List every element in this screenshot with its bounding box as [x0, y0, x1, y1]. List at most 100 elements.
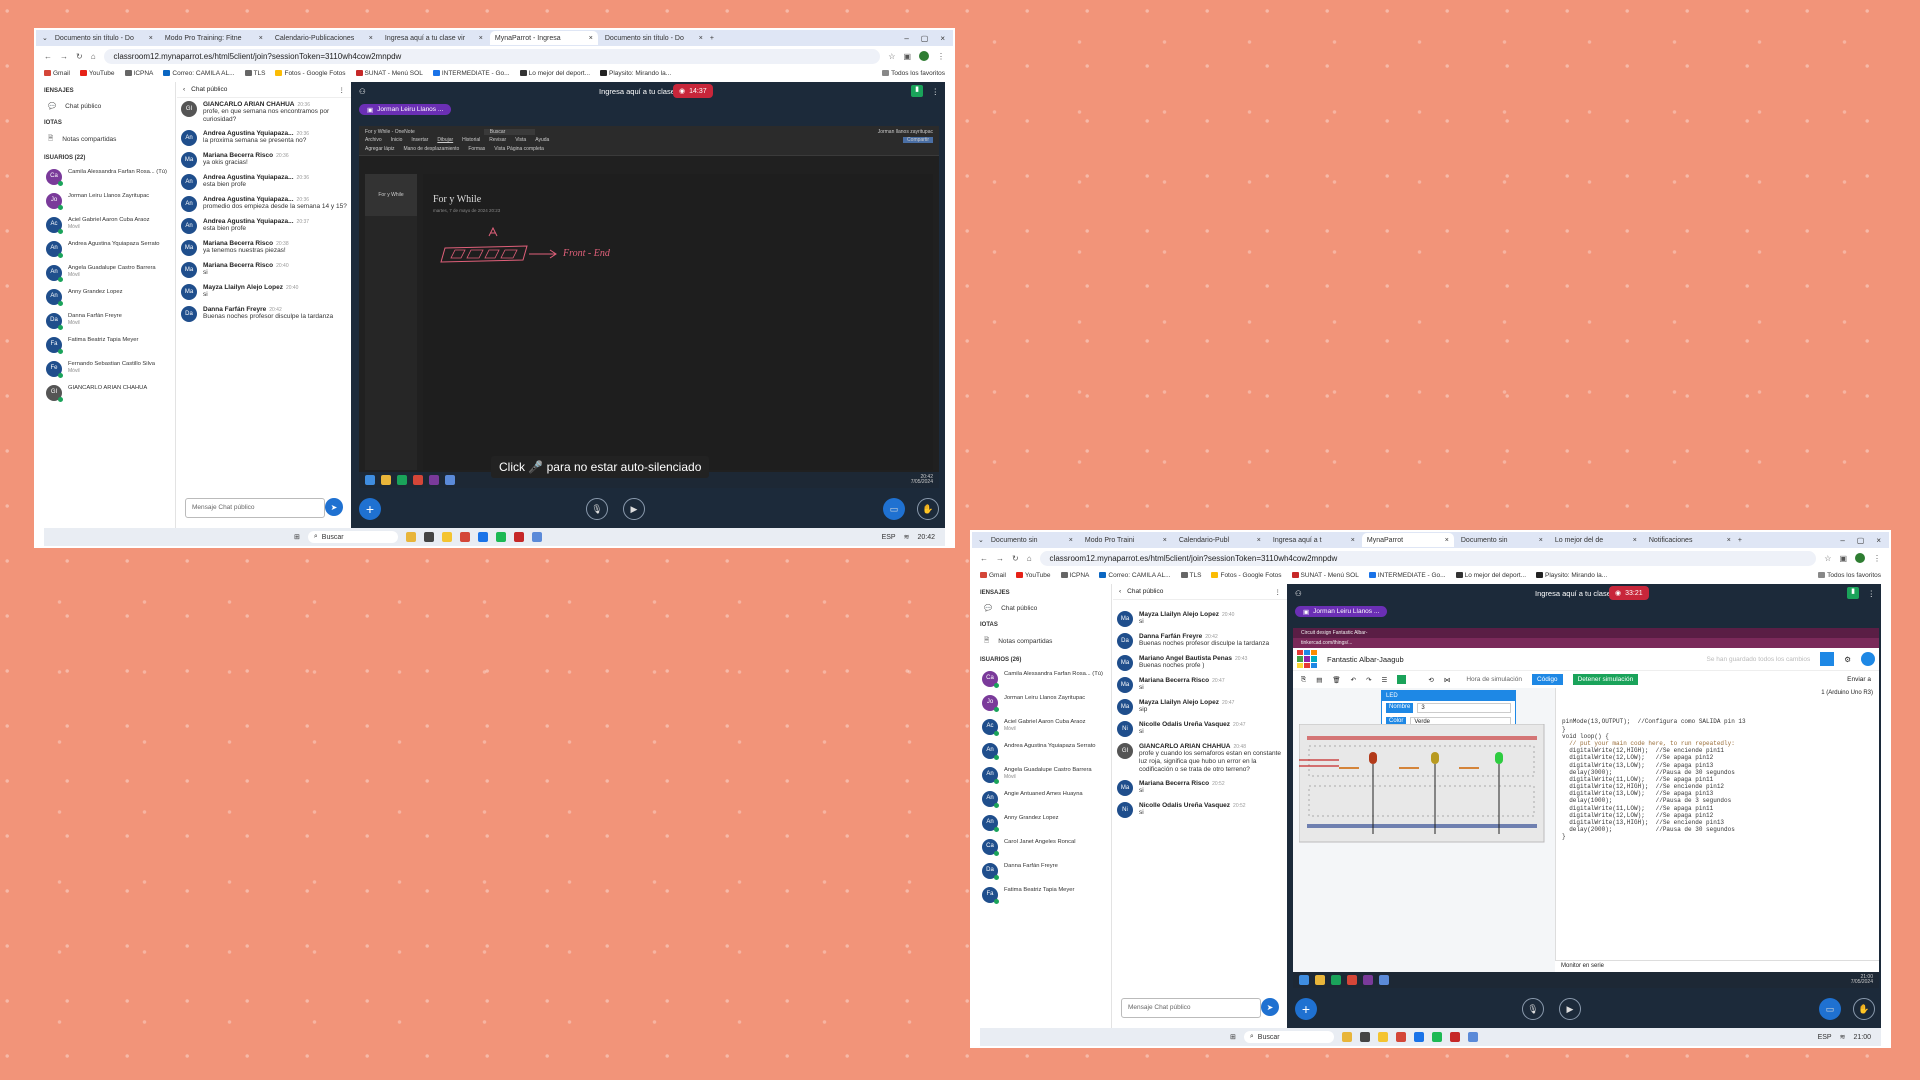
browser-tab[interactable]: Modo Pro Traini ×: [1080, 533, 1172, 547]
screen-share-button[interactable]: ▭: [1819, 998, 1841, 1020]
close-icon[interactable]: ×: [149, 35, 153, 42]
close-icon[interactable]: ×: [589, 35, 593, 42]
browser-tab[interactable]: Lo mejor del de ×: [1550, 533, 1642, 547]
back-chevron-icon[interactable]: ‹: [1119, 588, 1121, 595]
user-item[interactable]: An Andrea Agustina Yquiapaza Serrato: [980, 739, 1111, 763]
bookmark-item[interactable]: Playsito: Mirando la...: [1536, 572, 1607, 579]
bookmark-item[interactable]: Lo mejor del deport...: [1455, 572, 1526, 579]
tab-list-icon[interactable]: ⌄: [42, 34, 48, 42]
taskbar-search[interactable]: ⌕ Buscar: [307, 531, 398, 543]
browser-tab[interactable]: Calendario-Publicaciones ×: [270, 31, 378, 45]
minimize-icon[interactable]: –: [1840, 536, 1844, 545]
browser-tab[interactable]: Ingresa aquí a t ×: [1268, 533, 1360, 547]
user-item[interactable]: Ca Carol Janet Angeles Roncal: [980, 835, 1111, 859]
stop-simulation-button[interactable]: Detener simulación: [1572, 674, 1639, 685]
profile-icon[interactable]: [919, 51, 929, 61]
shared-notes-link[interactable]: 🗎 Notas compartidas: [44, 130, 175, 149]
star-icon[interactable]: ☆: [888, 52, 895, 61]
raise-hand-icon[interactable]: ✋: [917, 498, 939, 520]
maximize-icon[interactable]: ▢: [1857, 536, 1865, 545]
close-icon[interactable]: ×: [1633, 537, 1637, 544]
forward-icon[interactable]: →: [996, 554, 1004, 563]
camera-icon[interactable]: ▶: [1559, 998, 1581, 1020]
windows-start-icon[interactable]: ⊞: [1230, 1033, 1236, 1041]
auto-mute-toast[interactable]: Click 🎤 para no estar auto-silenciado: [491, 456, 710, 478]
view-toggle-icon[interactable]: [1820, 652, 1835, 666]
reload-icon[interactable]: ↻: [76, 52, 83, 61]
user-item[interactable]: GI GIANCARLO ARIAN CHAHUA: [44, 381, 175, 405]
public-chat-link[interactable]: 💬 Chat público: [44, 98, 175, 114]
home-icon[interactable]: ⌂: [91, 52, 96, 61]
bookmark-item[interactable]: SUNAT - Menú SOL: [355, 70, 423, 77]
recording-badge[interactable]: ◉ 14:37: [673, 84, 713, 98]
url-field[interactable]: classroom12.mynaparrot.es/html5client/jo…: [103, 48, 881, 64]
circuit-canvas[interactable]: LED Nombre 3 Color Verde: [1293, 688, 1555, 972]
browser-tab[interactable]: Notificaciones ×: [1644, 533, 1736, 547]
bookmark-item[interactable]: Lo mejor del deport...: [519, 70, 590, 77]
bookmark-item[interactable]: Gmail: [980, 572, 1006, 579]
close-icon[interactable]: ×: [699, 35, 703, 42]
browser-tab-active[interactable]: MynaParrot ×: [1361, 533, 1454, 547]
browser-tab[interactable]: Documento sin ×: [986, 533, 1078, 547]
back-icon[interactable]: ←: [980, 554, 988, 563]
browser-tab[interactable]: Ingresa aquí a tu clase vir ×: [380, 31, 488, 45]
extensions-icon[interactable]: ▣: [1839, 554, 1847, 563]
user-item[interactable]: Ca Camila Alessandra Farfan Rosa... (Tú): [44, 165, 175, 189]
project-name[interactable]: Fantastic Albar-Jaagub: [1327, 655, 1404, 664]
user-item[interactable]: Da Danna Farfán Freyre Móvil: [44, 309, 175, 333]
browser-tab[interactable]: Documento sin título - Do ×: [50, 31, 158, 45]
bookmark-item[interactable]: Gmail: [44, 70, 70, 77]
user-item[interactable]: Ac Aciel Gabriel Aaron Cuba Araoz Móvil: [44, 213, 175, 237]
star-icon[interactable]: ☆: [1824, 554, 1831, 563]
mic-muted-icon[interactable]: 🎙: [586, 498, 608, 520]
language-indicator[interactable]: ESP: [1818, 1034, 1832, 1041]
bookmark-item[interactable]: Fotos - Google Fotos: [275, 70, 346, 77]
bookmark-item[interactable]: YouTube: [79, 70, 115, 77]
board-select[interactable]: 1 (Arduino Uno R3): [1556, 688, 1879, 700]
browser-tab[interactable]: Documento sin título - Do ×: [600, 31, 708, 45]
note-icon[interactable]: ☰: [1382, 676, 1388, 684]
close-icon[interactable]: ×: [1069, 537, 1073, 544]
chat-input[interactable]: Mensaje Chat público: [1121, 998, 1261, 1018]
camera-icon[interactable]: ▶: [623, 498, 645, 520]
color-picker[interactable]: [1397, 675, 1407, 684]
close-icon[interactable]: ×: [1539, 537, 1543, 544]
add-action-button[interactable]: +: [1295, 998, 1317, 1020]
back-chevron-icon[interactable]: ‹: [183, 86, 185, 93]
close-icon[interactable]: ×: [369, 35, 373, 42]
extensions-icon[interactable]: ▣: [903, 52, 911, 61]
user-item[interactable]: Fa Fatima Beatriz Tapia Meyer: [980, 883, 1111, 907]
user-item[interactable]: An Anny Grandez Lopez: [980, 811, 1111, 835]
add-action-button[interactable]: +: [359, 498, 381, 520]
all-bookmarks[interactable]: Todos los favoritos: [1818, 572, 1881, 579]
user-icon[interactable]: ⚇: [359, 87, 366, 96]
tab-list-icon[interactable]: ⌄: [978, 536, 984, 544]
recording-badge[interactable]: ◉ 33:21: [1609, 586, 1649, 600]
user-item[interactable]: An Angela Guadalupe Castro Barrera Móvil: [980, 763, 1111, 787]
user-item[interactable]: An Angie Antuaned Ames Huayna: [980, 787, 1111, 811]
bookmark-item[interactable]: INTERMEDIATE - Go...: [1368, 572, 1446, 579]
bookmark-item[interactable]: ICPNA: [124, 70, 153, 77]
forward-icon[interactable]: →: [60, 52, 68, 61]
chat-input[interactable]: Mensaje Chat público: [185, 498, 325, 518]
rotate-icon[interactable]: ⟲: [1428, 676, 1433, 684]
raise-hand-icon[interactable]: ✋: [1853, 998, 1875, 1020]
bookmark-item[interactable]: Correo: CAMILA AL...: [1099, 572, 1171, 579]
paste-icon[interactable]: ▤: [1316, 676, 1322, 684]
user-item[interactable]: Jo Jorman Leiru Llanos Zayritupac: [44, 189, 175, 213]
led-name-input[interactable]: 3: [1417, 703, 1511, 713]
send-icon[interactable]: ➤: [325, 498, 343, 516]
language-indicator[interactable]: ESP: [882, 534, 896, 541]
close-icon[interactable]: ×: [479, 35, 483, 42]
new-tab-icon[interactable]: +: [1738, 537, 1742, 544]
minimize-icon[interactable]: –: [904, 34, 908, 43]
browser-tab[interactable]: Documento sin ×: [1456, 533, 1548, 547]
user-item[interactable]: An Angela Guadalupe Castro Barrera Móvil: [44, 261, 175, 285]
code-button[interactable]: Código: [1531, 674, 1563, 685]
mic-muted-icon[interactable]: 🎙: [1522, 998, 1544, 1020]
delete-icon[interactable]: 🗑: [1332, 676, 1340, 684]
bookmark-item[interactable]: ICPNA: [1060, 572, 1089, 579]
maximize-icon[interactable]: ▢: [921, 34, 929, 43]
mirror-icon[interactable]: ⋈: [1444, 676, 1451, 684]
home-icon[interactable]: ⌂: [1027, 554, 1032, 563]
